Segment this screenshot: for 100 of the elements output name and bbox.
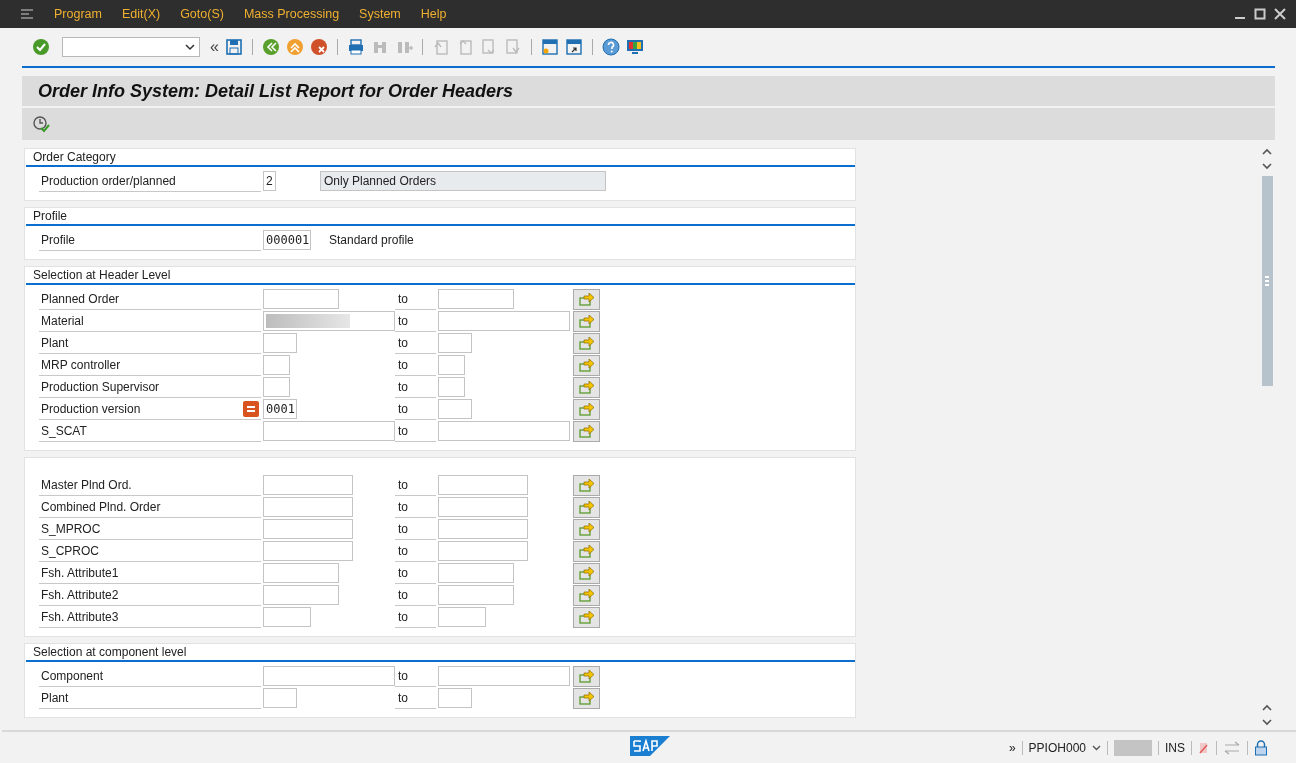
checkmark-icon[interactable] xyxy=(32,38,50,56)
to-label: to xyxy=(395,518,436,540)
maximize-icon[interactable] xyxy=(1254,8,1266,20)
from-field[interactable] xyxy=(263,541,353,561)
to-field[interactable] xyxy=(438,311,570,331)
multiple-selection-button[interactable] xyxy=(573,606,600,628)
arrow-icon xyxy=(578,522,595,536)
from-field[interactable]: 0001 xyxy=(263,399,297,419)
to-field[interactable] xyxy=(438,666,570,686)
multiple-selection-button[interactable] xyxy=(573,332,600,354)
lock-icon[interactable] xyxy=(1254,739,1268,756)
from-field[interactable] xyxy=(263,519,353,539)
menu-item[interactable]: Help xyxy=(420,7,447,21)
back-icon[interactable] xyxy=(261,38,280,56)
to-field[interactable] xyxy=(438,607,486,627)
multiple-selection-button[interactable] xyxy=(573,310,600,332)
from-field[interactable] xyxy=(263,475,353,495)
menu-item[interactable]: System xyxy=(359,7,401,21)
collapse-toggle[interactable]: « xyxy=(210,38,219,56)
caret-icon[interactable] xyxy=(185,43,195,51)
menu-item[interactable]: Goto(S) xyxy=(180,7,224,21)
to-field[interactable] xyxy=(438,475,528,495)
field-label: Profile xyxy=(39,229,261,251)
printer-icon[interactable] xyxy=(346,38,365,56)
help-icon[interactable] xyxy=(601,38,620,56)
field-label-text: Fsh. Attribute1 xyxy=(41,565,119,580)
to-field[interactable] xyxy=(438,585,514,605)
menu-icon[interactable] xyxy=(20,8,34,20)
from-field[interactable] xyxy=(263,607,311,627)
transfer-icon[interactable] xyxy=(1223,740,1241,755)
from-field[interactable] xyxy=(263,688,297,708)
to-field[interactable] xyxy=(438,289,514,309)
scroll-thumb[interactable] xyxy=(1261,176,1273,386)
to-field[interactable] xyxy=(438,399,472,419)
multiple-selection-button[interactable] xyxy=(573,420,600,442)
field-label-text: Fsh. Attribute3 xyxy=(41,609,119,624)
menu-item[interactable]: Edit(X) xyxy=(121,7,161,21)
multiple-selection-button[interactable] xyxy=(573,376,600,398)
from-field[interactable] xyxy=(263,585,339,605)
field-label: Production order/planned xyxy=(39,170,261,192)
exit-icon[interactable] xyxy=(285,38,304,56)
chevron-down-icon[interactable] xyxy=(1262,162,1272,170)
cancel-icon[interactable] xyxy=(309,38,328,56)
to-field[interactable] xyxy=(438,541,528,561)
close-icon[interactable] xyxy=(1274,8,1286,20)
to-field[interactable] xyxy=(438,377,465,397)
from-field[interactable] xyxy=(263,289,339,309)
to-field[interactable] xyxy=(438,519,528,539)
field-label-text: MRP controller xyxy=(41,357,121,372)
shortcut-icon[interactable] xyxy=(564,38,583,56)
to-field[interactable] xyxy=(438,355,465,375)
field-label-text: S_MPROC xyxy=(41,521,101,536)
monitor-icon[interactable] xyxy=(625,38,644,56)
from-field[interactable] xyxy=(263,563,339,583)
multiple-selection-button[interactable] xyxy=(573,288,600,310)
menu-item[interactable]: Program xyxy=(54,7,102,21)
multiple-selection-button[interactable] xyxy=(573,496,600,518)
caret-icon[interactable] xyxy=(1092,744,1101,751)
menu-item[interactable]: Mass Processing xyxy=(243,7,340,21)
from-field[interactable] xyxy=(263,377,290,397)
to-label: to xyxy=(395,665,436,687)
to-field[interactable] xyxy=(438,421,570,441)
expand-toggle[interactable]: » xyxy=(1008,740,1016,755)
from-field[interactable] xyxy=(263,421,395,441)
arrow-icon xyxy=(578,358,595,372)
multiple-selection-button[interactable] xyxy=(573,584,600,606)
multiple-selection-button[interactable] xyxy=(573,540,600,562)
equals-icon[interactable] xyxy=(243,400,259,417)
from-field[interactable] xyxy=(263,666,395,686)
chevron-up-icon[interactable] xyxy=(1262,704,1272,712)
from-field[interactable] xyxy=(263,497,353,517)
multiple-selection-button[interactable] xyxy=(573,562,600,584)
command-field[interactable] xyxy=(62,37,200,57)
input-field[interactable]: 000001 xyxy=(263,230,311,250)
first-page-icon[interactable] xyxy=(431,38,450,56)
multiple-selection-button[interactable] xyxy=(573,398,600,420)
chevron-up-icon[interactable] xyxy=(1262,148,1272,156)
execute-icon[interactable] xyxy=(32,115,50,133)
input-mode[interactable]: INS xyxy=(1165,740,1185,755)
chevron-down-icon[interactable] xyxy=(1262,718,1272,726)
from-field[interactable] xyxy=(263,311,395,331)
multiple-selection-button[interactable] xyxy=(573,518,600,540)
from-field[interactable] xyxy=(263,355,290,375)
field-label-text: Combined Plnd. Order xyxy=(41,499,161,514)
to-field[interactable] xyxy=(438,688,472,708)
transaction-code[interactable]: PPIOH000 xyxy=(1028,740,1086,755)
to-field[interactable] xyxy=(438,563,514,583)
from-field[interactable] xyxy=(263,333,297,353)
field-label-text: Production version xyxy=(41,401,141,416)
multiple-selection-button[interactable] xyxy=(573,665,600,687)
multiple-selection-button[interactable] xyxy=(573,474,600,496)
new-window-icon[interactable] xyxy=(540,38,559,56)
to-field[interactable] xyxy=(438,333,472,353)
to-field[interactable] xyxy=(438,497,528,517)
arrow-icon xyxy=(578,424,595,438)
multiple-selection-button[interactable] xyxy=(573,354,600,376)
last-page-icon[interactable] xyxy=(503,38,522,56)
multiple-selection-button[interactable] xyxy=(573,687,600,709)
input-field[interactable]: 2 xyxy=(263,171,276,191)
save-icon[interactable] xyxy=(224,38,243,56)
